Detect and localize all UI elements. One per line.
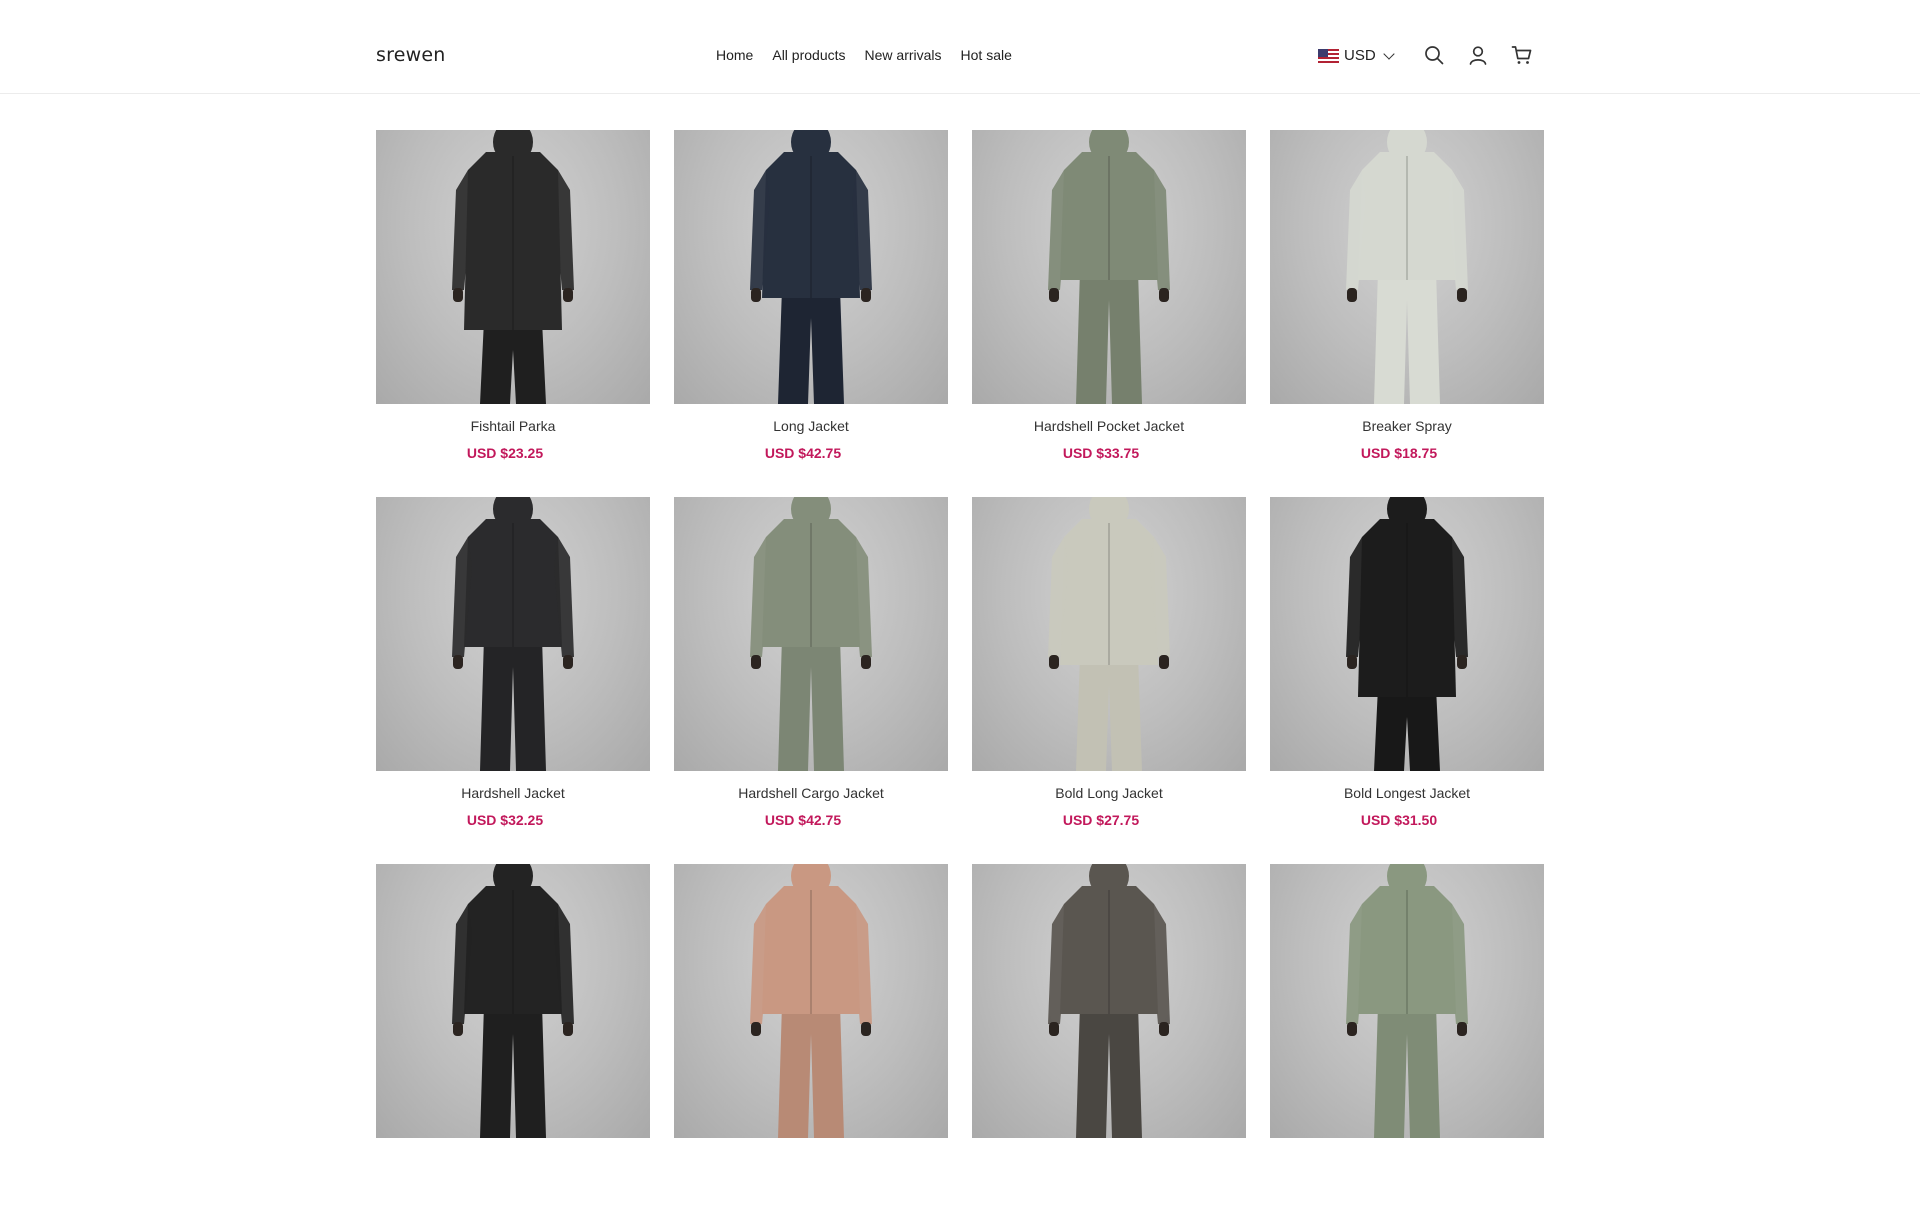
us-flag-icon bbox=[1318, 48, 1339, 63]
product-price: USD $31.50 bbox=[1360, 812, 1438, 828]
product-image[interactable] bbox=[376, 497, 650, 771]
product-name[interactable]: Hardshell Jacket bbox=[376, 785, 650, 805]
product-card[interactable]: Hardshell Jacket USD $32.25 bbox=[376, 497, 650, 864]
product-name[interactable]: Bold Long Jacket bbox=[972, 785, 1246, 805]
model-figure bbox=[452, 864, 574, 1138]
product-name[interactable] bbox=[1270, 1152, 1544, 1172]
product-image[interactable] bbox=[1270, 130, 1544, 404]
chevron-down-icon bbox=[1383, 47, 1395, 60]
product-image[interactable] bbox=[376, 864, 650, 1138]
product-name[interactable]: Long Jacket bbox=[674, 418, 948, 438]
product-card[interactable] bbox=[674, 864, 948, 1231]
model-figure bbox=[1346, 864, 1468, 1138]
product-price: USD $18.75 bbox=[1360, 445, 1438, 461]
logo[interactable]: srewen bbox=[376, 44, 445, 66]
product-name[interactable]: Fishtail Parka bbox=[376, 418, 650, 438]
product-price: USD $23.25 bbox=[466, 445, 544, 461]
product-image[interactable] bbox=[674, 130, 948, 404]
product-price: USD $42.75 bbox=[764, 812, 842, 828]
product-name[interactable] bbox=[972, 1152, 1246, 1172]
model-figure bbox=[750, 864, 872, 1138]
product-price: USD $42.75 bbox=[764, 445, 842, 461]
model-figure bbox=[1346, 497, 1468, 771]
product-grid: Fishtail Parka USD $23.25 Long Jacket USD $… bbox=[376, 130, 1544, 1231]
site-header: srewen Home All products New arrivals Ho… bbox=[0, 0, 1920, 94]
nav-home[interactable]: Home bbox=[716, 47, 753, 63]
model-figure bbox=[750, 497, 872, 771]
product-image[interactable] bbox=[674, 497, 948, 771]
model-figure bbox=[750, 130, 872, 404]
currency-selector[interactable]: USD bbox=[1318, 47, 1395, 64]
product-price: USD $33.75 bbox=[1062, 445, 1140, 461]
model-figure bbox=[452, 497, 574, 771]
product-image[interactable] bbox=[674, 864, 948, 1138]
nav-all-products[interactable]: All products bbox=[772, 47, 845, 63]
product-name[interactable]: Breaker Spray bbox=[1270, 418, 1544, 438]
nav-hot-sale[interactable]: Hot sale bbox=[961, 47, 1012, 63]
search-icon[interactable] bbox=[1423, 44, 1445, 66]
account-icon[interactable] bbox=[1467, 44, 1489, 66]
currency-label: USD bbox=[1344, 47, 1376, 64]
product-card[interactable]: Hardshell Cargo Jacket USD $42.75 bbox=[674, 497, 948, 864]
product-image[interactable] bbox=[1270, 497, 1544, 771]
product-name[interactable]: Bold Longest Jacket bbox=[1270, 785, 1544, 805]
product-image[interactable] bbox=[376, 130, 650, 404]
product-card[interactable]: Hardshell Pocket Jacket USD $33.75 bbox=[972, 130, 1246, 497]
model-figure bbox=[452, 130, 574, 404]
nav-new-arrivals[interactable]: New arrivals bbox=[865, 47, 942, 63]
product-image[interactable] bbox=[972, 497, 1246, 771]
product-name[interactable] bbox=[674, 1152, 948, 1172]
product-card[interactable]: Bold Long Jacket USD $27.75 bbox=[972, 497, 1246, 864]
model-figure bbox=[1048, 864, 1170, 1138]
product-card[interactable]: Breaker Spray USD $18.75 bbox=[1270, 130, 1544, 497]
product-image[interactable] bbox=[972, 130, 1246, 404]
product-image[interactable] bbox=[1270, 864, 1544, 1138]
model-figure bbox=[1346, 130, 1468, 404]
product-card[interactable]: Fishtail Parka USD $23.25 bbox=[376, 130, 650, 497]
model-figure bbox=[1048, 497, 1170, 771]
product-price: USD $32.25 bbox=[466, 812, 544, 828]
product-name[interactable]: Hardshell Cargo Jacket bbox=[674, 785, 948, 805]
product-card[interactable] bbox=[376, 864, 650, 1231]
product-price: USD $27.75 bbox=[1062, 812, 1140, 828]
product-name[interactable]: Hardshell Pocket Jacket bbox=[972, 418, 1246, 438]
product-card[interactable]: Long Jacket USD $42.75 bbox=[674, 130, 948, 497]
cart-icon[interactable] bbox=[1511, 44, 1533, 66]
main-nav: Home All products New arrivals Hot sale bbox=[716, 47, 1012, 63]
product-name[interactable] bbox=[376, 1152, 650, 1172]
product-card[interactable]: Bold Longest Jacket USD $31.50 bbox=[1270, 497, 1544, 864]
model-figure bbox=[1048, 130, 1170, 404]
product-card[interactable] bbox=[972, 864, 1246, 1231]
product-image[interactable] bbox=[972, 864, 1246, 1138]
product-card[interactable] bbox=[1270, 864, 1544, 1231]
